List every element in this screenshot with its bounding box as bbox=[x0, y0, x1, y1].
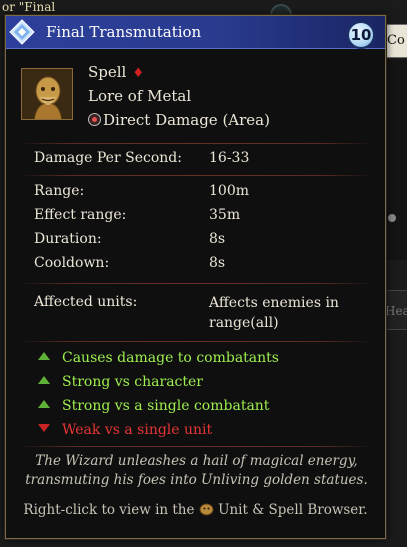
trait-negative: Weak vs a single unit bbox=[38, 420, 212, 440]
trait-positive: Causes damage to combatants bbox=[38, 348, 279, 368]
background-radio-icon[interactable] bbox=[388, 214, 396, 222]
divider bbox=[17, 341, 374, 342]
up-arrow-icon bbox=[38, 352, 50, 360]
stat-dps-label: Damage Per Second: bbox=[34, 150, 182, 166]
stat-duration-value: 8s bbox=[209, 231, 226, 247]
down-arrow-icon bbox=[38, 424, 50, 432]
background-panel-strip bbox=[385, 60, 407, 260]
trait-positive: Strong vs a single combatant bbox=[38, 396, 269, 416]
unit-browser-icon bbox=[199, 503, 214, 516]
stat-duration-label: Duration: bbox=[34, 231, 102, 247]
divider bbox=[17, 283, 374, 284]
stat-affected-label: Affected units: bbox=[34, 294, 138, 310]
stat-range-label: Range: bbox=[34, 183, 85, 199]
trait-positive: Strong vs character bbox=[38, 372, 203, 392]
stat-affected-value: Affects enemies in range(all) bbox=[209, 295, 339, 331]
stat-effect-range-label: Effect range: bbox=[34, 207, 127, 223]
up-arrow-icon bbox=[38, 400, 50, 408]
golden-statue-portrait-icon bbox=[21, 68, 73, 120]
spell-marker-icon: ♦ bbox=[132, 66, 145, 81]
stat-dps-value: 16-33 bbox=[209, 150, 250, 166]
tooltip-title-bar: Final Transmutation 10 bbox=[6, 16, 385, 49]
up-arrow-icon bbox=[38, 376, 50, 384]
browser-hint: Right-click to view in the Unit & Spell … bbox=[23, 502, 368, 518]
stat-cooldown-label: Cooldown: bbox=[34, 255, 110, 271]
divider bbox=[17, 446, 374, 447]
spell-cost-badge: 10 bbox=[347, 21, 375, 49]
spell-title: Final Transmutation bbox=[46, 23, 202, 41]
spell-type: Spell ♦ bbox=[88, 63, 145, 81]
divider bbox=[17, 175, 374, 176]
stat-range-value: 100m bbox=[209, 183, 249, 199]
spell-lore: Lore of Metal bbox=[88, 87, 192, 105]
background-quote-fragment: or "Final bbox=[2, 0, 56, 14]
divider bbox=[17, 143, 374, 144]
stat-effect-range-value: 35m bbox=[209, 207, 241, 223]
flavor-text: The Wizard unleashes a hail of magical e… bbox=[25, 453, 368, 488]
damage-type: Direct Damage (Area) bbox=[88, 111, 270, 129]
stat-cooldown-value: 8s bbox=[209, 255, 226, 271]
direct-damage-icon bbox=[88, 113, 101, 126]
background-unit-card[interactable]: Heahun bbox=[385, 290, 407, 330]
spell-tooltip: Final Transmutation 10 Spell ♦ Lore of Me… bbox=[5, 15, 386, 539]
spell-diamond-icon bbox=[9, 19, 35, 45]
